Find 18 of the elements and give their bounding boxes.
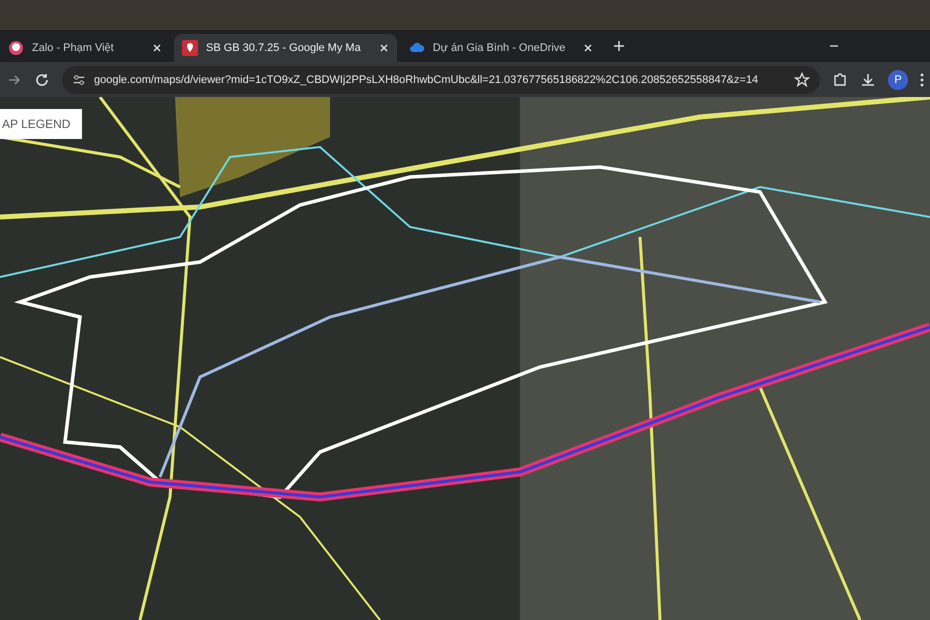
browser-tab[interactable]: Zalo - Phạm Việt	[0, 34, 170, 62]
close-icon[interactable]	[378, 43, 389, 53]
close-icon[interactable]	[583, 43, 594, 53]
browser-tab[interactable]: SB GB 30.7.25 - Google My Ma	[174, 34, 397, 62]
menu-icon[interactable]	[920, 72, 924, 88]
close-icon[interactable]	[152, 43, 162, 53]
reload-icon[interactable]	[34, 72, 50, 88]
map-legend-button[interactable]: AP LEGEND	[0, 109, 82, 139]
extension-icon[interactable]	[832, 72, 848, 88]
new-tab-icon[interactable]	[613, 40, 626, 52]
star-icon[interactable]	[794, 72, 810, 88]
site-settings-icon[interactable]	[72, 72, 86, 86]
browser-tab[interactable]: Dự án Gia Bình - OneDrive	[400, 34, 602, 62]
profile-avatar[interactable]: P	[888, 70, 908, 90]
url-text: google.com/maps/d/viewer?mid=1cTO9xZ_CBDWIj2PPsLXH8oRhwbCmUbc&ll=21.037677565186822%2C106.20852652558847&z=14	[94, 72, 758, 88]
address-bar[interactable]: google.com/maps/d/viewer?mid=1cTO9xZ_CBDWIj2PPsLXH8oRhwbCmUbc&ll=21.037677565186822%2C106.20852652558847&z=14	[62, 66, 820, 94]
map-pin-icon	[182, 40, 198, 56]
download-icon[interactable]	[860, 72, 876, 88]
